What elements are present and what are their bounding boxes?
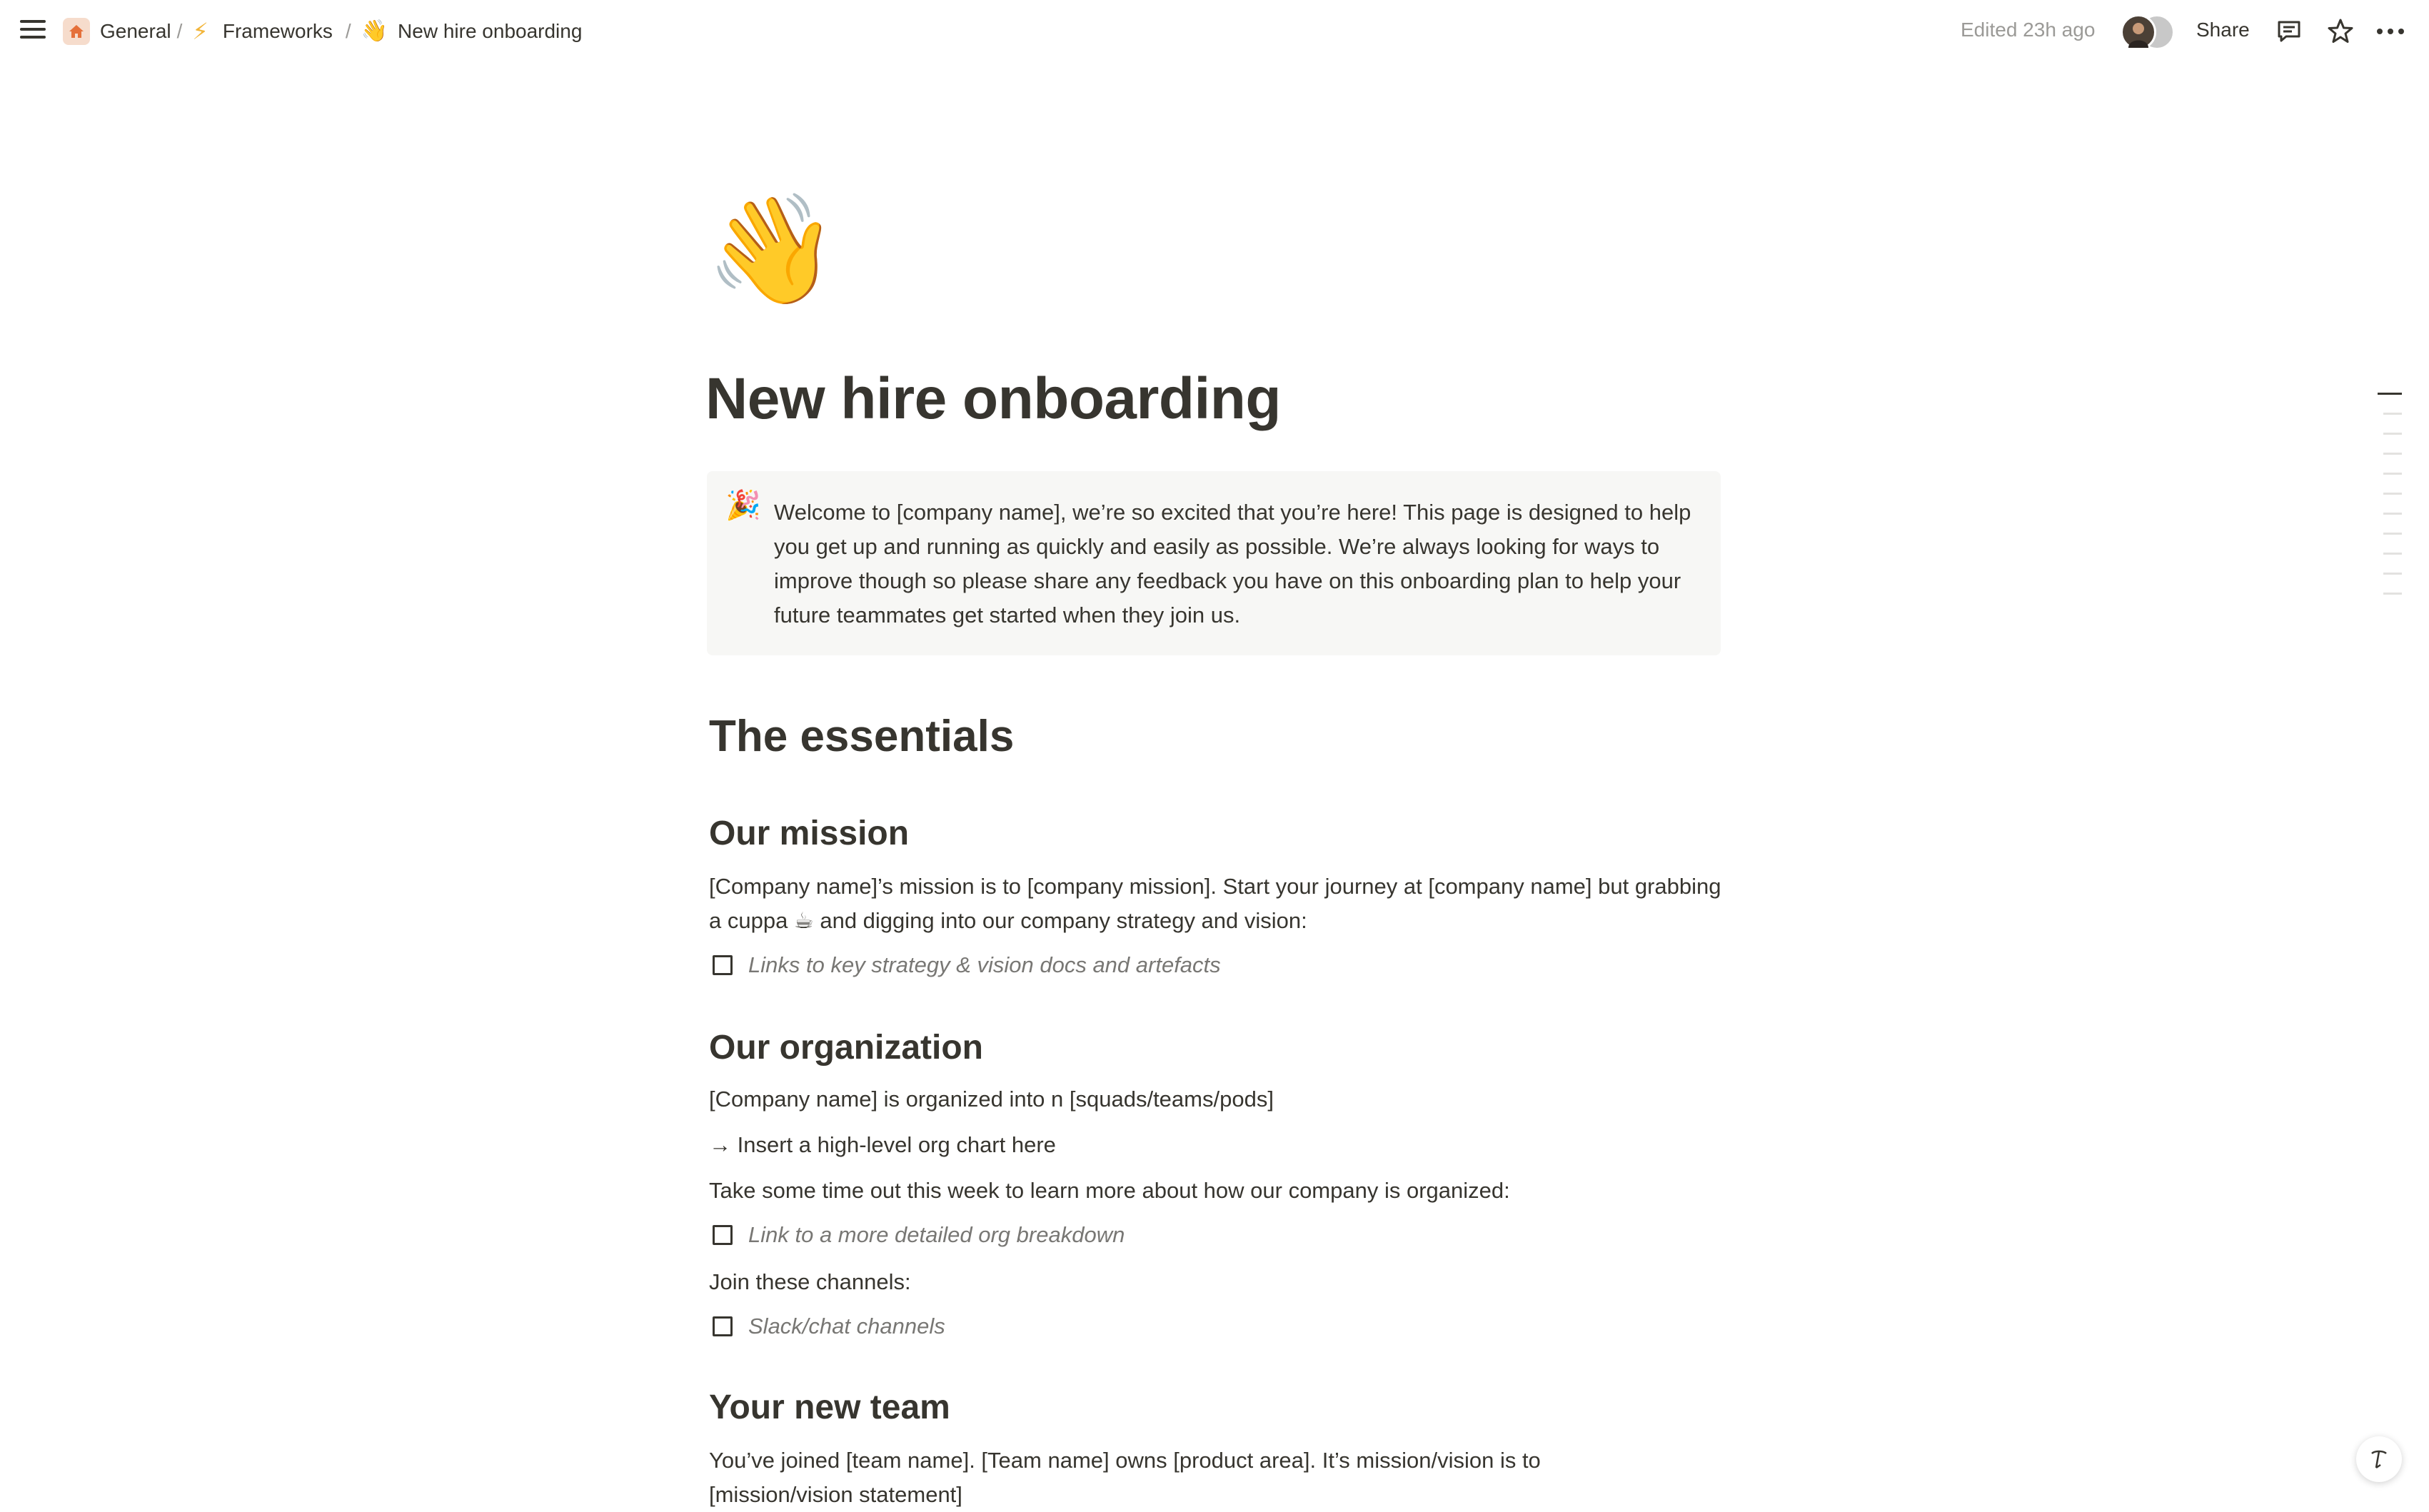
welcome-callout: 🎉 Welcome to [company name], we’re so ex… xyxy=(707,471,1721,655)
outline-item[interactable] xyxy=(2383,453,2402,455)
outline-item[interactable] xyxy=(2383,513,2402,515)
breadcrumb-label: General xyxy=(100,20,171,42)
checkbox[interactable] xyxy=(713,955,733,975)
organization-heading: Our organization xyxy=(709,1029,983,1067)
todo-strategy-docs: Links to key strategy & vision docs and … xyxy=(713,952,1221,978)
help-icon xyxy=(2371,1450,2387,1469)
breadcrumb-separator: / xyxy=(345,20,351,42)
page-icon[interactable]: 👋 xyxy=(705,196,839,303)
more-icon[interactable] xyxy=(2375,16,2406,47)
callout-text: Welcome to [company name], we’re so exci… xyxy=(774,500,1691,628)
mission-text: [Company name]’s mission is to [company … xyxy=(709,874,1721,933)
share-button[interactable]: Share xyxy=(2196,19,2250,41)
party-popper-icon[interactable]: 🎉 xyxy=(725,491,761,520)
top-bar: General / ⚡ Frameworks / 👋 New hire onbo… xyxy=(0,0,2429,63)
mission-heading: Our mission xyxy=(709,815,910,852)
outline-item[interactable] xyxy=(2383,533,2402,535)
todo-slack-channels: Slack/chat channels xyxy=(713,1314,945,1339)
todo-text: Slack/chat channels xyxy=(748,1314,945,1339)
edited-timestamp: Edited 23h ago xyxy=(1961,19,2096,41)
home-icon xyxy=(63,18,90,45)
todo-text: Links to key strategy & vision docs and … xyxy=(748,952,1221,977)
channels-text: Join these channels: xyxy=(709,1269,911,1294)
outline-item[interactable] xyxy=(2383,433,2402,435)
essentials-heading: The essentials xyxy=(709,712,1015,761)
outline-item[interactable] xyxy=(2383,573,2402,575)
checkbox[interactable] xyxy=(713,1225,733,1245)
org-chart-note: → Insert a high-level org chart here xyxy=(709,1132,1056,1157)
organization-time-text: Take some time out this week to learn mo… xyxy=(709,1178,1510,1203)
breadcrumb-label: Frameworks xyxy=(222,20,333,42)
outline-item[interactable] xyxy=(2383,553,2402,555)
help-button[interactable] xyxy=(2356,1436,2402,1482)
page-title[interactable]: New hire onboarding xyxy=(705,366,1281,433)
collaborator-avatars[interactable] xyxy=(2121,14,2178,50)
team-heading: Your new team xyxy=(709,1388,950,1426)
breadcrumb-separator: / xyxy=(176,20,183,42)
breadcrumb-general[interactable]: General xyxy=(63,18,171,45)
avatar xyxy=(2121,14,2156,50)
outline-item[interactable] xyxy=(2383,473,2402,475)
breadcrumb-frameworks[interactable]: ⚡ Frameworks xyxy=(192,18,332,45)
organization-text: [Company name] is organized into n [squa… xyxy=(709,1087,1274,1112)
star-icon[interactable] xyxy=(2325,16,2356,47)
menu-icon[interactable] xyxy=(20,19,46,40)
outline-item[interactable] xyxy=(2383,593,2402,595)
todo-org-breakdown: Link to a more detailed org breakdown xyxy=(713,1222,1125,1248)
waving-hand-icon: 👋 xyxy=(361,19,388,43)
outline-item[interactable] xyxy=(2383,493,2402,495)
todo-text: Link to a more detailed org breakdown xyxy=(748,1222,1125,1247)
breadcrumb-label: New hire onboarding xyxy=(398,20,583,42)
outline-item[interactable] xyxy=(2378,393,2402,395)
lightning-icon: ⚡ xyxy=(192,19,208,44)
breadcrumb-new-hire-onboarding[interactable]: 👋 New hire onboarding xyxy=(361,20,583,43)
outline-item[interactable] xyxy=(2383,413,2402,415)
page-outline[interactable] xyxy=(2378,393,2402,613)
comment-icon[interactable] xyxy=(2273,16,2305,47)
breadcrumb: General / ⚡ Frameworks / 👋 New hire onbo… xyxy=(63,16,582,47)
checkbox[interactable] xyxy=(713,1316,733,1336)
